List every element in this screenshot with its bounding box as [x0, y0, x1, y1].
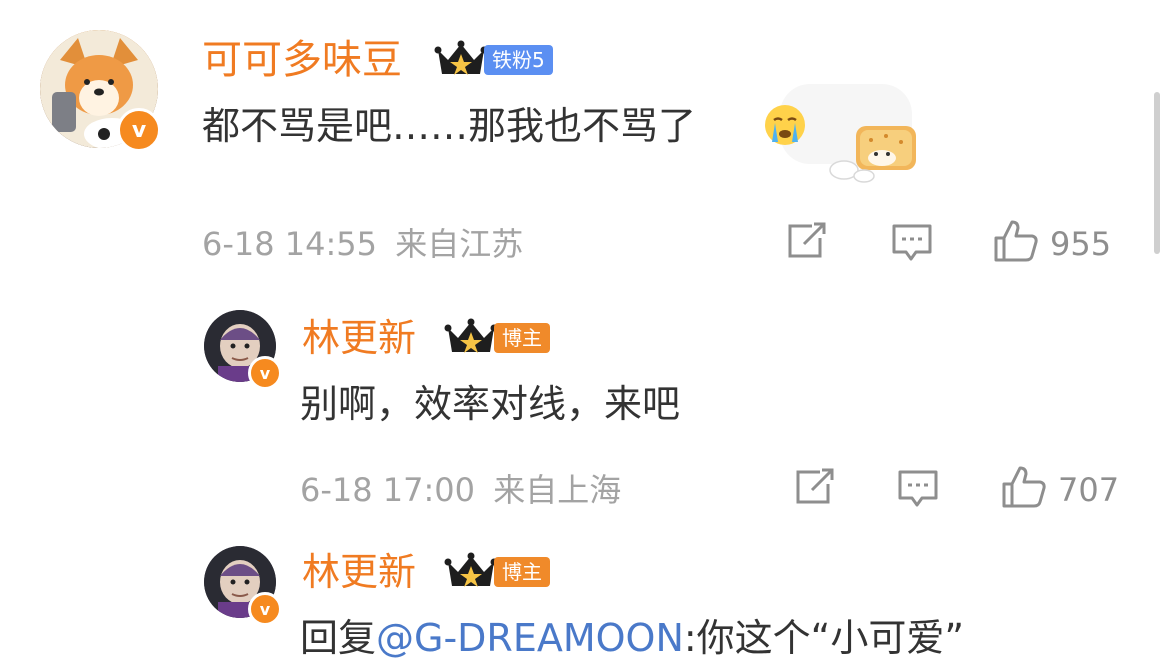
scrollbar[interactable]	[1154, 92, 1160, 254]
verified-v-badge-icon: v	[248, 356, 282, 390]
comment-text: 回复@G-DREAMOON:你这个“小可爱”	[300, 616, 964, 660]
mention-link[interactable]: @G-DREAMOON	[376, 616, 684, 660]
comment-location: 来自江苏	[395, 225, 524, 263]
verified-v-badge-icon: v	[248, 592, 282, 626]
comment-text-body: 都不骂是吧……那我也不骂了	[202, 104, 697, 148]
share-icon[interactable]	[784, 222, 828, 262]
crown-icon	[434, 40, 488, 75]
comment-time: 6-18 14:55	[202, 225, 378, 263]
share-icon[interactable]	[792, 468, 836, 508]
cookie-dog-sticker	[829, 126, 916, 183]
thumbs-up-icon[interactable]	[992, 218, 1040, 264]
fan-level-badge: 铁粉5	[484, 45, 553, 75]
crown-icon	[444, 552, 498, 587]
reply-prefix: 回复	[300, 616, 377, 660]
crown-icon	[444, 318, 498, 353]
crying-face-emoji	[765, 105, 805, 145]
like-count: 955	[1050, 225, 1112, 263]
comment-text: 别啊，效率对线，来吧	[300, 382, 681, 426]
comment-icon[interactable]	[890, 222, 934, 264]
blogger-badge: 博主	[494, 323, 550, 353]
thumbs-up-icon[interactable]	[1000, 464, 1048, 510]
username[interactable]: 林更新	[302, 316, 416, 360]
comment-location: 来自上海	[493, 471, 622, 509]
verified-v-badge-icon: v	[117, 108, 161, 152]
username[interactable]: 可可多味豆	[202, 38, 402, 82]
blogger-badge: 博主	[494, 557, 550, 587]
comment-meta: 6-18 14:55 来自江苏	[202, 224, 523, 264]
comment-text-body: :你这个“小可爱”	[683, 616, 965, 660]
comment-meta: 6-18 17:00 来自上海	[300, 470, 621, 510]
comment-text: 都不骂是吧……那我也不骂了	[202, 104, 696, 148]
comment-icon[interactable]	[896, 468, 940, 510]
username[interactable]: 林更新	[302, 550, 416, 594]
comment-time: 6-18 17:00	[300, 471, 476, 509]
like-count: 707	[1058, 471, 1120, 509]
